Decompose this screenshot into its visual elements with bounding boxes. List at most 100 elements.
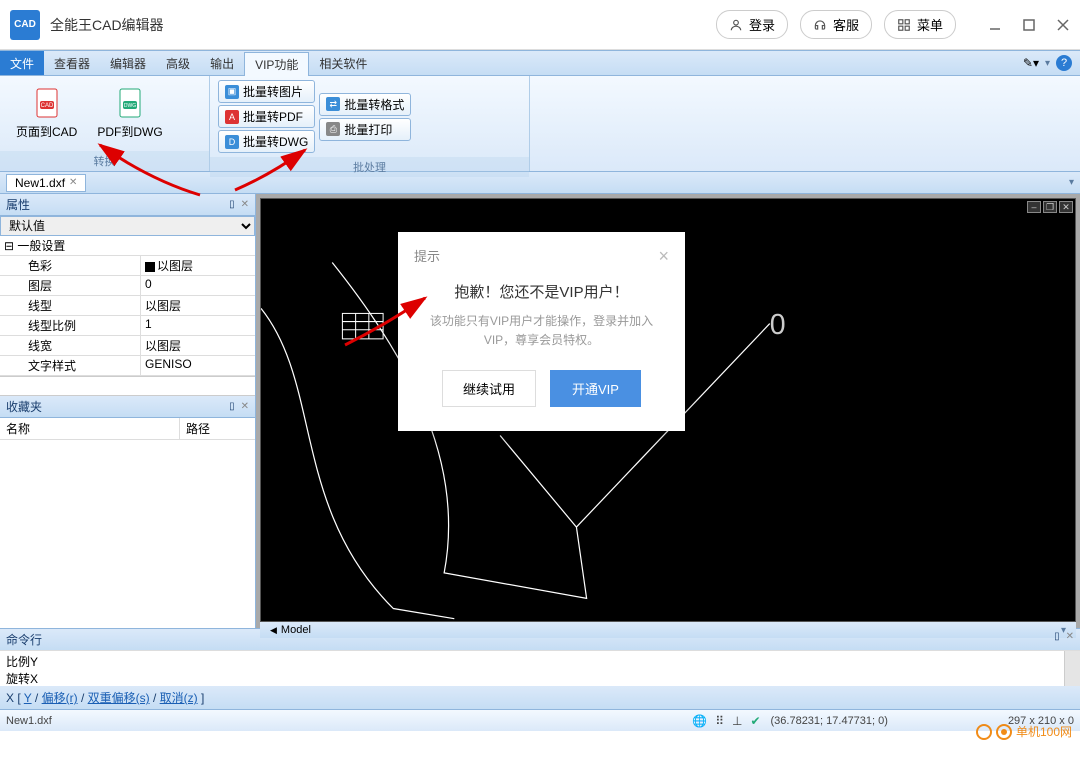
tabs-dropdown-icon[interactable]: ▾ (1069, 177, 1074, 188)
group-label-convert: 转换 (0, 151, 209, 171)
pin-icon[interactable]: ▯ (229, 401, 235, 412)
prop-row[interactable]: 色彩以图层 (0, 256, 255, 276)
close-icon[interactable] (1056, 18, 1070, 32)
grid-toggle-icon[interactable]: ⠿ (715, 714, 724, 728)
svg-text:DWG: DWG (124, 103, 136, 109)
document-tab[interactable]: New1.dxf ✕ (6, 174, 86, 192)
prop-row[interactable]: 图层0 (0, 276, 255, 296)
close-tab-icon[interactable]: ✕ (69, 177, 77, 188)
login-label: 登录 (749, 15, 775, 34)
side-panel: 属性 ▯ ✕ 默认值 ⊟ 一般设置 色彩以图层 图层0 线型以图层 线型比例1 … (0, 194, 256, 628)
support-button[interactable]: 客服 (800, 10, 872, 39)
group-label-batch: 批处理 (210, 157, 529, 177)
canvas-close-icon[interactable]: ✕ (1059, 201, 1073, 213)
open-vip-button[interactable]: 开通VIP (550, 370, 641, 407)
status-bar: New1.dxf 🌐 ⠿ ⊥ ✔ (36.78231; 17.47731; 0)… (0, 709, 1080, 731)
prop-section[interactable]: ⊟ 一般设置 (0, 236, 255, 256)
document-tabs: New1.dxf ✕ ▾ (0, 172, 1080, 194)
prop-row[interactable]: 线宽以图层 (0, 336, 255, 356)
col-name[interactable]: 名称 (0, 418, 180, 439)
col-path[interactable]: 路径 (180, 418, 216, 439)
menu-file[interactable]: 文件 (0, 51, 44, 75)
favorites-body (0, 440, 255, 628)
menu-related[interactable]: 相关软件 (309, 51, 377, 75)
menu-label: 菜单 (917, 15, 943, 34)
hint-link[interactable]: Y (24, 691, 32, 705)
menu-editor[interactable]: 编辑器 (100, 51, 156, 75)
label: 批量转图片 (243, 83, 303, 100)
favorites-columns: 名称 路径 (0, 418, 255, 440)
command-output[interactable]: 比例Y 旋转X (0, 650, 1080, 686)
menu-advanced[interactable]: 高级 (156, 51, 200, 75)
prop-row[interactable]: 线型以图层 (0, 296, 255, 316)
menu-viewer[interactable]: 查看器 (44, 51, 100, 75)
user-icon (729, 18, 743, 32)
dwg-file-icon: DWG (114, 87, 146, 119)
panel-close-icon[interactable]: ✕ (241, 401, 249, 412)
app-icon: CAD (10, 10, 40, 40)
login-button[interactable]: 登录 (716, 10, 788, 39)
batch-to-image-button[interactable]: ▣批量转图片 (218, 80, 315, 103)
properties-grid: ⊟ 一般设置 色彩以图层 图层0 线型以图层 线型比例1 线宽以图层 文字样式G… (0, 236, 255, 376)
cad-file-icon: CAD (31, 87, 63, 119)
modal-title-label: 提示 (414, 246, 440, 267)
doc-tab-label: New1.dxf (15, 176, 65, 190)
svg-text:CAD: CAD (40, 103, 53, 109)
page-to-cad-button[interactable]: CAD 页面到CAD (8, 83, 85, 144)
minimize-icon[interactable] (988, 18, 1002, 32)
command-title: 命令行 (6, 631, 42, 648)
scrollbar[interactable] (1064, 651, 1080, 686)
menu-vip[interactable]: VIP功能 (244, 52, 309, 76)
headset-icon (813, 18, 827, 32)
prop-row[interactable]: 文字样式GENISO (0, 356, 255, 376)
prop-row[interactable]: 线型比例1 (0, 316, 255, 336)
settings-dropdown-icon[interactable]: ▾ (1045, 58, 1050, 69)
canvas-min-icon[interactable]: – (1027, 201, 1041, 213)
hint-link[interactable]: 双重偏移(s) (88, 691, 150, 705)
title-bar: CAD 全能王CAD编辑器 登录 客服 菜单 (0, 0, 1080, 50)
batch-to-pdf-button[interactable]: A批量转PDF (218, 105, 315, 128)
panel-close-icon[interactable]: ✕ (1066, 631, 1074, 648)
watermark: 单机100网 (976, 723, 1072, 740)
canvas-restore-icon[interactable]: ❐ (1043, 201, 1057, 213)
grid-icon (897, 18, 911, 32)
label: 批量转格式 (344, 96, 404, 113)
help-icon[interactable]: ? (1056, 55, 1072, 71)
status-toggles[interactable]: 🌐 ⠿ ⊥ ✔ (692, 714, 760, 728)
modal-description: 该功能只有VIP用户才能操作，登录并加入VIP，尊享会员特权。 (418, 312, 665, 350)
batch-to-dwg-button[interactable]: D批量转DWG (218, 130, 315, 153)
globe-icon[interactable]: 🌐 (692, 714, 707, 728)
command-hint[interactable]: X [ Y / 偏移(r) / 双重偏移(s) / 取消(z) ] (0, 686, 1080, 709)
menu-button[interactable]: 菜单 (884, 10, 956, 39)
panel-close-icon[interactable]: ✕ (241, 199, 249, 210)
ortho-icon[interactable]: ⊥ (732, 714, 742, 728)
menu-bar: 文件 查看器 编辑器 高级 输出 VIP功能 相关软件 ✎▾ ▾ ? (0, 50, 1080, 76)
continue-trial-button[interactable]: 继续试用 (442, 370, 536, 407)
batch-print-button[interactable]: ⎙批量打印 (319, 118, 411, 141)
batch-convert-format-button[interactable]: ⇄批量转格式 (319, 93, 411, 116)
modal-heading: 抱歉！您还不是VIP用户！ (418, 281, 665, 302)
support-label: 客服 (833, 15, 859, 34)
edit-pencil-icon[interactable]: ✎▾ (1023, 56, 1039, 70)
hint-link[interactable]: 偏移(r) (42, 691, 78, 705)
app-title: 全能王CAD编辑器 (50, 15, 716, 35)
default-value-select[interactable]: 默认值 (0, 216, 255, 236)
osnap-icon[interactable]: ✔ (750, 714, 760, 728)
btn-label: 页面到CAD (16, 123, 77, 140)
hint-link[interactable]: 取消(z) (160, 691, 198, 705)
menu-output[interactable]: 输出 (200, 51, 244, 75)
maximize-icon[interactable] (1022, 18, 1036, 32)
vip-dialog: 提示 × 抱歉！您还不是VIP用户！ 该功能只有VIP用户才能操作，登录并加入V… (398, 232, 685, 431)
pin-icon[interactable]: ▯ (229, 199, 235, 210)
modal-close-icon[interactable]: × (658, 246, 669, 267)
command-panel: 命令行 ▯ ✕ 比例Y 旋转X X [ Y / 偏移(r) / 双重偏移(s) … (0, 628, 1080, 709)
pin-icon[interactable]: ▯ (1054, 631, 1060, 648)
pdf-to-dwg-button[interactable]: DWG PDF到DWG (89, 83, 170, 144)
ribbon: CAD 页面到CAD DWG PDF到DWG 转换 ▣批量转图片 A批量转PDF… (0, 76, 1080, 172)
label: 批量转DWG (243, 133, 308, 150)
label: 批量转PDF (243, 108, 303, 125)
properties-title: 属性 (6, 196, 30, 213)
properties-header: 属性 ▯ ✕ (0, 194, 255, 216)
svg-text:0: 0 (770, 309, 786, 341)
status-coords: (36.78231; 17.47731; 0) (771, 715, 888, 727)
